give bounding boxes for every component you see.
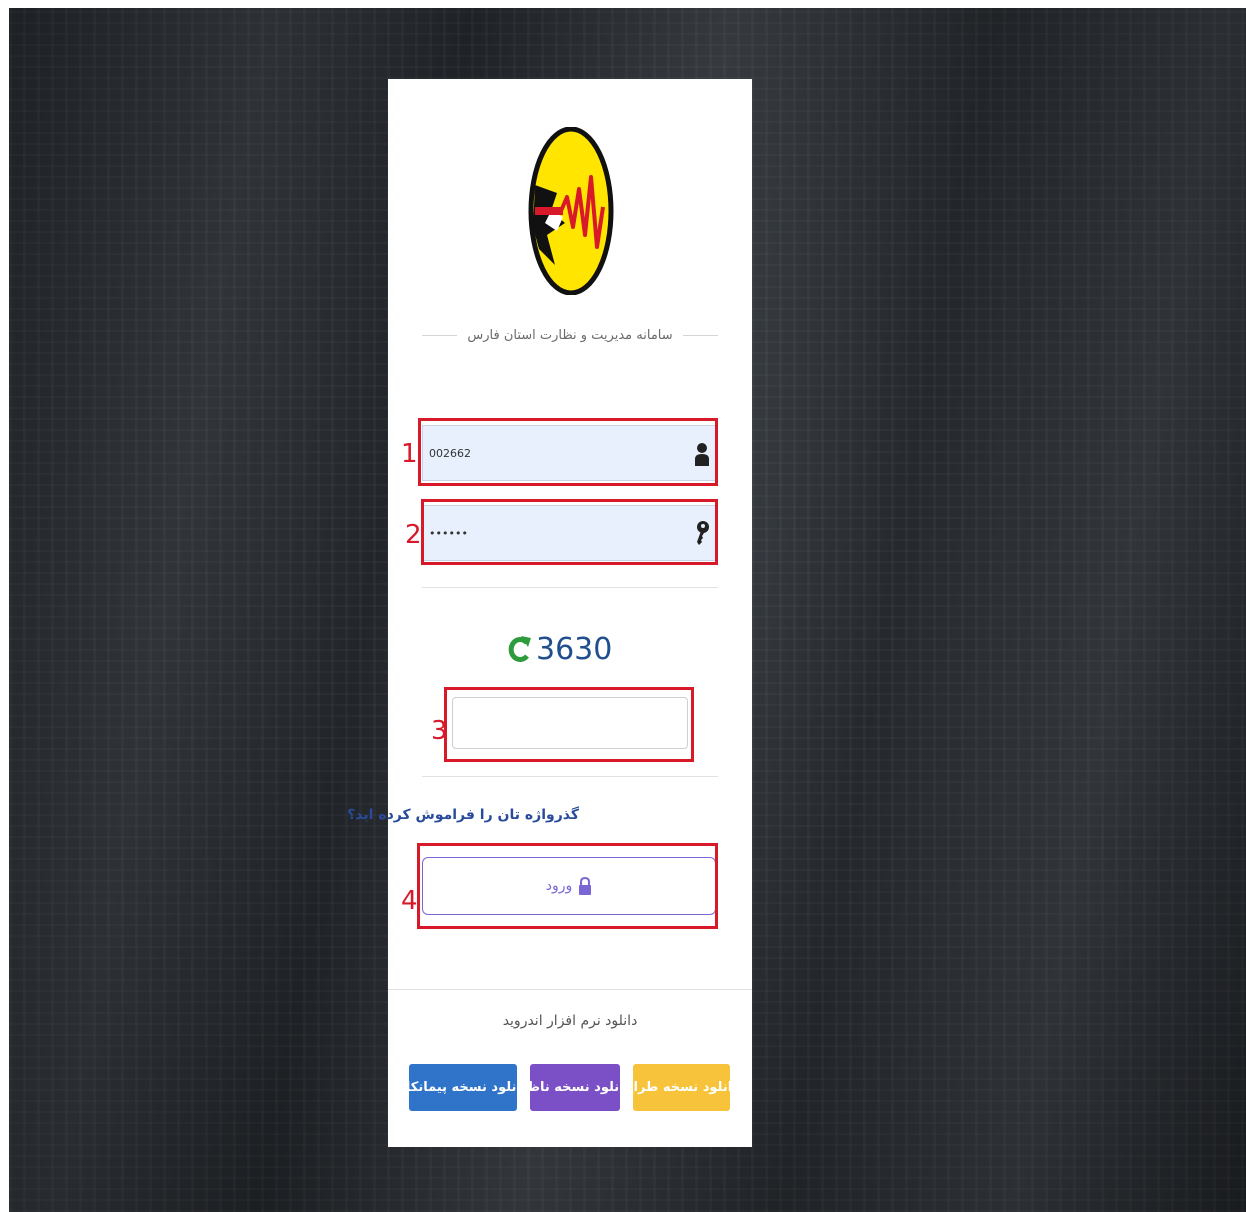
annotation-number-3: 3 bbox=[431, 716, 448, 746]
captcha-display: 3630 bbox=[508, 627, 612, 671]
android-download-heading: دانلود نرم افزار اندروید bbox=[502, 1013, 638, 1029]
title-divider-right bbox=[682, 334, 719, 336]
download-designer-button[interactable]: دانلود نسخه طراح bbox=[624, 1064, 739, 1111]
form-divider-1 bbox=[422, 587, 718, 588]
forgot-password-link[interactable]: گذرواژه تان را فراموش کرده اید؟ bbox=[347, 807, 579, 823]
highlight-box-4 bbox=[417, 843, 718, 929]
annotation-number-4: 4 bbox=[401, 886, 418, 916]
download-supervisor-button[interactable]: دانلود نسخه ناظر bbox=[520, 1064, 630, 1111]
refresh-icon[interactable] bbox=[508, 634, 532, 664]
highlight-box-2 bbox=[421, 499, 718, 565]
annotation-number-1: 1 bbox=[401, 439, 418, 469]
highlight-box-1 bbox=[418, 418, 718, 486]
download-contractor-button[interactable]: دانلود نسخه پیمانکار bbox=[398, 1064, 528, 1111]
system-title-row: سامانه مدیریت و نظارت استان فارس bbox=[422, 325, 719, 345]
annotation-number-2: 2 bbox=[405, 520, 422, 550]
title-divider-left bbox=[422, 334, 458, 336]
system-title: سامانه مدیریت و نظارت استان فارس bbox=[467, 327, 673, 343]
footer-divider bbox=[388, 989, 752, 990]
login-card: سامانه مدیریت و نظارت استان فارس 3630 گذ… bbox=[347, 79, 752, 1147]
captcha-code: 3630 bbox=[536, 631, 613, 667]
highlight-box-3 bbox=[444, 687, 694, 762]
organization-logo bbox=[528, 127, 614, 295]
form-divider-2 bbox=[422, 776, 718, 777]
